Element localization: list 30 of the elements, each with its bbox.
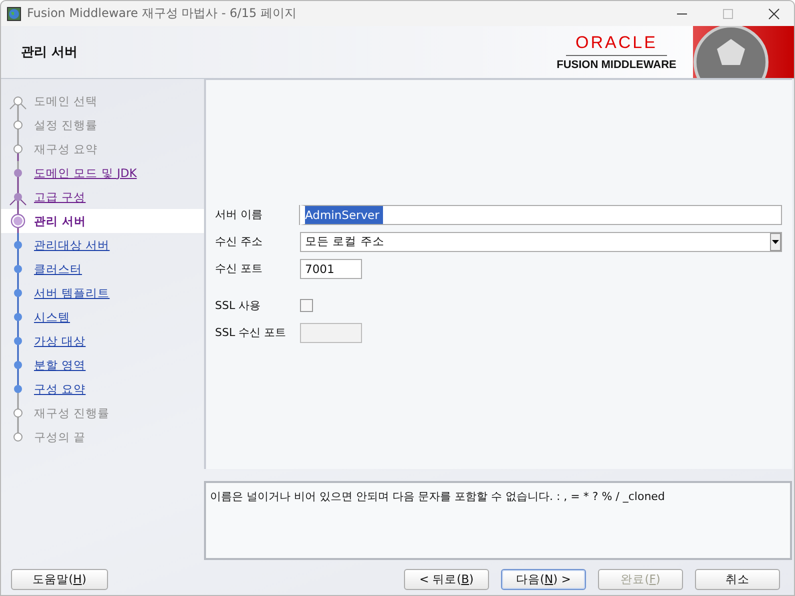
field-label: 수신 포트 xyxy=(215,261,264,276)
step-link[interactable]: 관리 서버 xyxy=(34,214,86,228)
window-title: Fusion Middleware 재구성 마법사 - 6/15 페이지 xyxy=(27,5,298,22)
page-title: 관리 서버 xyxy=(20,44,79,61)
checkbox[interactable] xyxy=(300,299,313,312)
step-link[interactable]: 분할 영역 xyxy=(34,358,86,372)
nav-button[interactable]: < 뒤로(B) xyxy=(404,569,489,590)
dropdown-field[interactable]: 모든 로컬 주소 xyxy=(300,232,782,252)
step-link[interactable]: 구성 요약 xyxy=(34,382,86,396)
step-link[interactable]: 가상 대상 xyxy=(34,334,86,348)
field-label: 서버 이름 xyxy=(215,207,264,222)
step-link[interactable]: 관리대상 서버 xyxy=(34,238,110,252)
step-link[interactable]: 도메인 모드 및 JDK xyxy=(34,166,137,180)
product-name: FUSION MIDDLEWARE xyxy=(556,59,676,71)
step-link[interactable]: 시스템 xyxy=(34,310,70,324)
step-link[interactable]: 클러스터 xyxy=(34,262,82,276)
nav-button[interactable]: 취소 xyxy=(695,569,780,590)
step-link[interactable]: 고급 구성 xyxy=(34,190,86,204)
validation-message: 이름은 널이거나 비어 있으면 안되며 다음 문자를 포함할 수 없습니다. : , = * ? % / _cloned xyxy=(210,490,665,503)
text-field[interactable]: 7001 xyxy=(300,258,362,278)
help-button[interactable]: 도움말(H) xyxy=(11,569,108,590)
nav-button[interactable]: 다음(N) > xyxy=(501,569,586,590)
field-label: SSL 수신 포트 xyxy=(215,325,288,340)
close-icon[interactable] xyxy=(768,8,780,20)
text-field[interactable]: AdminServer xyxy=(300,204,782,224)
field-label: SSL 사용 xyxy=(215,298,262,313)
step-link[interactable]: 서버 템플리트 xyxy=(34,286,110,300)
globe-icon xyxy=(7,6,21,20)
brand-logo: ORACLE xyxy=(566,33,668,56)
field-label: 수신 주소 xyxy=(215,234,264,249)
